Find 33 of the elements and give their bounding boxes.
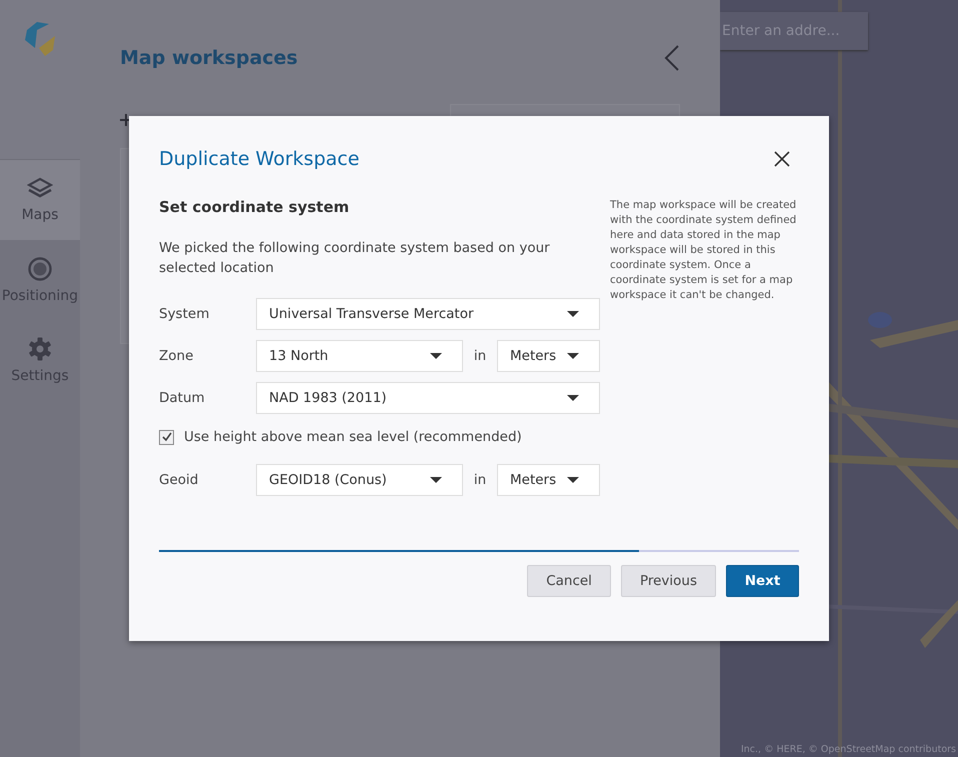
field-label: Geoid (159, 472, 200, 488)
target-icon (27, 256, 53, 282)
dialog-button[interactable]: Cancel (527, 565, 611, 597)
dropdown[interactable]: NAD 1983 (2011) (256, 382, 600, 414)
caret-icon (430, 353, 442, 359)
unit-dropdown[interactable]: Meters (497, 340, 600, 372)
dropdown[interactable]: Universal Transverse Mercator (256, 298, 600, 330)
intro-text: We picked the following coordinate system based on your selected location (159, 239, 551, 278)
close-icon[interactable] (773, 150, 791, 168)
page-title: Map workspaces (120, 47, 298, 69)
dialog-title: Duplicate Workspace (159, 148, 360, 170)
dropdown[interactable]: GEOID18 (Conus) (256, 464, 463, 496)
caret-icon (430, 477, 442, 483)
caret-icon (567, 395, 579, 401)
field-label: System (159, 306, 210, 322)
dialog-button[interactable]: Next (726, 565, 799, 597)
settings-icon (27, 336, 53, 362)
unit-joiner: in (472, 348, 488, 364)
caret-icon (567, 353, 579, 359)
unit-dropdown[interactable]: Meters (497, 464, 600, 496)
field-label: Zone (159, 348, 194, 364)
section-heading: Set coordinate system (159, 198, 350, 218)
field-label: Datum (159, 390, 206, 406)
checkbox-label: Use height above mean sea level (recommended) (184, 429, 522, 445)
map-attribution: Inc., © HERE, © OpenStreetMap contributors (740, 744, 956, 755)
caret-icon (567, 311, 579, 317)
dialog-button[interactable]: Previous (620, 565, 716, 597)
dropdown[interactable]: 13 North (256, 340, 463, 372)
checkbox[interactable] (159, 430, 174, 444)
caret-icon (567, 477, 579, 483)
unit-joiner: in (472, 472, 488, 488)
back-chevron-icon[interactable] (664, 44, 680, 72)
help-text: The map workspace will be created with the coordinate system defined here and data stored in the map workspace will be stored in this coordinate system. Once a coordinate system is set for a map workspace it can't be changed. (610, 198, 798, 303)
